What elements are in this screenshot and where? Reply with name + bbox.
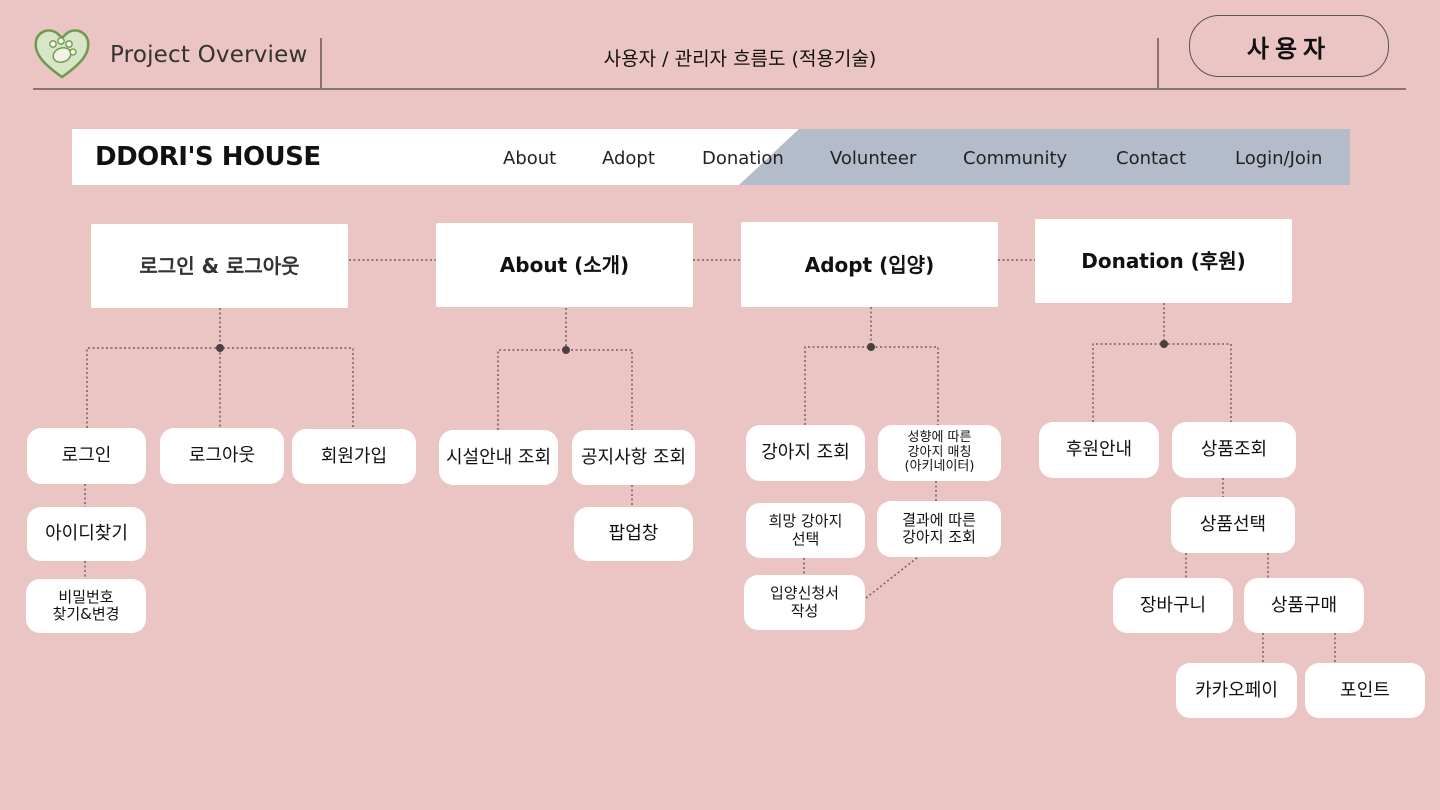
node-donation-guide: 후원안내 xyxy=(1039,422,1159,478)
node-popup: 팝업창 xyxy=(574,507,693,561)
node-product-search: 상품조회 xyxy=(1172,422,1296,478)
header-underline xyxy=(33,88,1406,90)
node-product-select: 상품선택 xyxy=(1171,497,1295,553)
category-about: About (소개) xyxy=(436,223,693,307)
category-donation: Donation (후원) xyxy=(1035,219,1292,303)
node-notice: 공지사항 조회 xyxy=(572,430,695,485)
nav-item-adopt[interactable]: Adopt xyxy=(602,148,655,169)
node-result-dog-line1: 결과에 따른 xyxy=(902,510,976,529)
node-dog-matching-line2: 강아지 매칭 xyxy=(907,444,972,460)
node-result-dog: 결과에 따른 강아지 조회 xyxy=(877,501,1001,557)
nav-item-community[interactable]: Community xyxy=(963,148,1067,169)
node-find-password-line1: 비밀번호 xyxy=(58,587,114,606)
node-result-dog-line2: 강아지 조회 xyxy=(902,528,976,546)
node-purchase: 상품구매 xyxy=(1244,578,1364,633)
nav-item-contact[interactable]: Contact xyxy=(1116,148,1186,169)
node-find-password-line2: 찾기&변경 xyxy=(52,605,120,623)
project-title: Project Overview xyxy=(110,42,308,68)
header-divider-right xyxy=(1157,38,1159,89)
node-wish-dog-line1: 희망 강아지 xyxy=(768,512,843,531)
node-adoption-form-line1: 입양신청서 xyxy=(769,584,839,603)
node-find-id: 아이디찾기 xyxy=(27,507,146,561)
nav-item-login-join[interactable]: Login/Join xyxy=(1235,148,1322,169)
node-kakaopay: 카카오페이 xyxy=(1176,663,1297,718)
node-dog-matching-line1: 성향에 따른 xyxy=(907,429,972,445)
nav-item-about[interactable]: About xyxy=(503,148,556,169)
node-login: 로그인 xyxy=(27,428,146,484)
node-dog-matching: 성향에 따른 강아지 매칭 (아키네이터) xyxy=(878,425,1001,481)
nav-item-volunteer[interactable]: Volunteer xyxy=(830,148,916,169)
category-login-logout: 로그인 & 로그아웃 xyxy=(91,224,348,308)
paw-heart-icon xyxy=(32,25,92,81)
node-facility-info: 시설안내 조회 xyxy=(439,430,558,485)
nav-item-donation[interactable]: Donation xyxy=(702,148,784,169)
site-navbar: DDORI'S HOUSE About Adopt Donation Volun… xyxy=(72,129,1350,185)
node-signup: 회원가입 xyxy=(292,429,416,484)
category-adopt: Adopt (입양) xyxy=(741,222,998,307)
role-badge: 사용자 xyxy=(1189,15,1389,77)
node-logout: 로그아웃 xyxy=(160,428,284,484)
node-dog-search: 강아지 조회 xyxy=(746,425,865,481)
node-cart: 장바구니 xyxy=(1113,578,1233,633)
node-adoption-form-line2: 작성 xyxy=(790,601,819,620)
node-find-password: 비밀번호 찾기&변경 xyxy=(26,579,146,633)
node-adoption-form: 입양신청서 작성 xyxy=(744,575,865,630)
node-wish-dog-line2: 선택 xyxy=(791,529,820,548)
page-subtitle: 사용자 / 관리자 흐름도 (적용기술) xyxy=(603,48,877,70)
node-point: 포인트 xyxy=(1305,663,1425,718)
node-wish-dog: 희망 강아지 선택 xyxy=(746,503,865,558)
node-dog-matching-line3: (아키네이터) xyxy=(904,459,975,475)
site-brand: DDORI'S HOUSE xyxy=(95,142,321,172)
